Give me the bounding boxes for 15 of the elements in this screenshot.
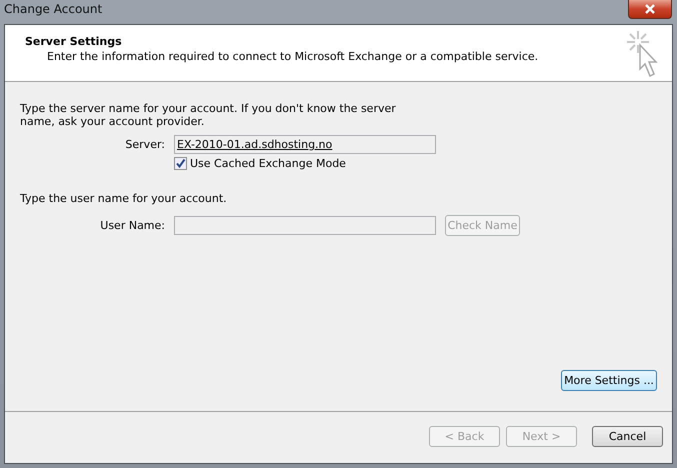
dialog-button[interactable]: Cancel <box>592 426 663 446</box>
close-icon <box>644 4 656 14</box>
user-name-label: User Name: <box>99 219 165 232</box>
cached-mode-label: Use Cached Exchange Mode <box>190 157 346 170</box>
server-label: Server: <box>124 138 165 151</box>
user-name-field[interactable] <box>174 216 436 235</box>
user-prompt: Type the user name for your account. <box>20 192 228 205</box>
server-field[interactable]: EX-2010-01.ad.sdhosting.no <box>174 135 436 154</box>
more-settings-button[interactable]: More Settings ... <box>561 370 657 391</box>
header-subtitle: Enter the information required to connect to Microsoft Exchange or a compatible service. <box>47 50 538 63</box>
close-button[interactable] <box>628 0 672 19</box>
server-prompt: Type the server name for your account. If you don't know the server name, ask your account provider. <box>20 102 397 128</box>
window-title: Change Account <box>4 1 102 16</box>
cached-mode-checkbox[interactable] <box>174 157 187 170</box>
header-title: Server Settings <box>25 35 123 48</box>
